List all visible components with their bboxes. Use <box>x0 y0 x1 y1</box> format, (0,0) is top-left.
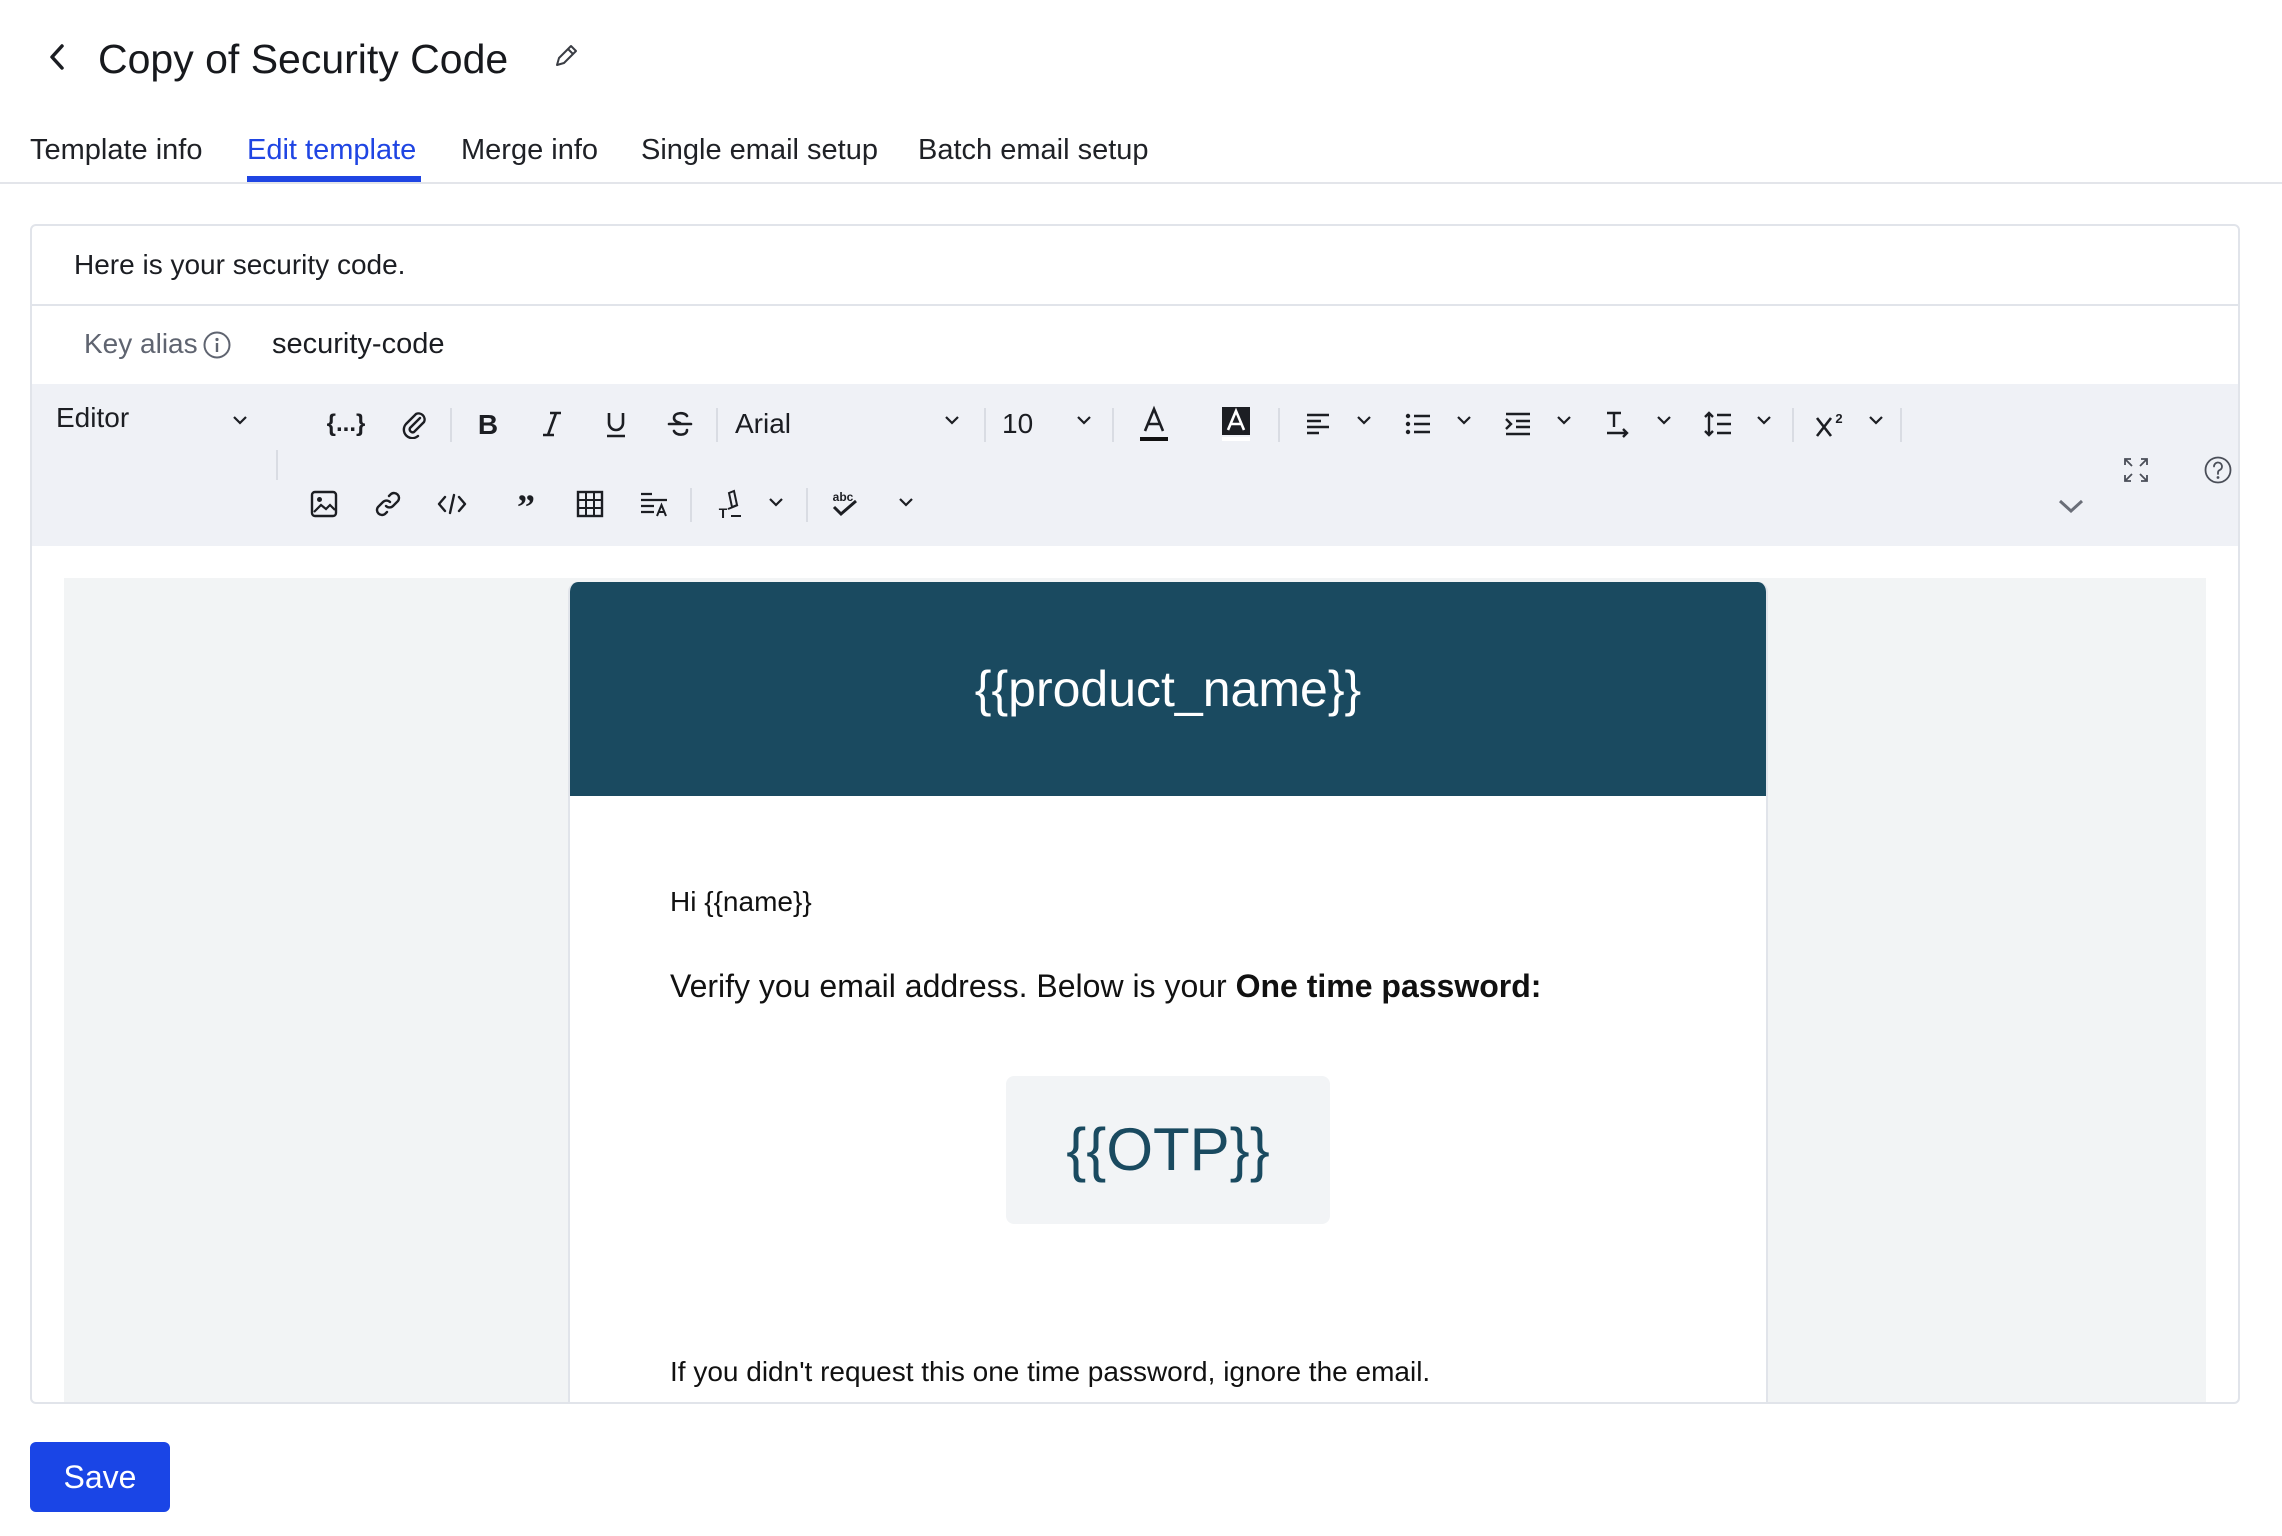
save-button[interactable]: Save <box>30 1442 170 1512</box>
product-name-placeholder[interactable]: {{product_name}} <box>570 656 1766 722</box>
back-button[interactable] <box>40 36 74 82</box>
info-icon[interactable] <box>202 330 232 360</box>
toolbar-separator <box>806 488 808 522</box>
indent-icon[interactable] <box>1496 402 1540 446</box>
chevron-down-icon[interactable] <box>1074 410 1094 430</box>
template-editor: Here is your security code. Key alias se… <box>30 224 2240 1404</box>
editor-toolbar: Editor {...} B Arial 10 2 ” T abc <box>32 384 2238 546</box>
chevron-down-icon[interactable] <box>1866 410 1886 430</box>
chevron-down-icon[interactable] <box>1554 410 1574 430</box>
editor-mode-label: Editor <box>56 402 130 433</box>
edit-title-button[interactable] <box>546 38 586 78</box>
toolbar-separator <box>1278 408 1280 442</box>
email-canvas[interactable]: {{product_name}} Hi {{name}} Verify you … <box>64 578 2206 1402</box>
tabs-divider <box>0 182 2282 184</box>
help-icon[interactable] <box>2196 448 2238 492</box>
greeting-text[interactable]: Hi {{name}} <box>670 882 812 922</box>
chevron-down-icon[interactable] <box>766 492 786 512</box>
text-direction-icon[interactable] <box>1596 402 1640 446</box>
align-left-icon[interactable] <box>1296 402 1340 446</box>
quote-icon[interactable]: ” <box>504 482 548 526</box>
page-title: Copy of Security Code <box>98 36 509 82</box>
clear-format-icon[interactable]: T <box>708 482 752 526</box>
tab-single-email-setup[interactable]: Single email setup <box>641 130 878 170</box>
font-family-select[interactable]: Arial <box>735 404 791 444</box>
svg-text:B: B <box>478 409 498 439</box>
email-body[interactable]: {{product_name}} Hi {{name}} Verify you … <box>568 582 1768 1402</box>
svg-text:”: ” <box>517 489 535 519</box>
verify-text-plain: Verify you email address. Below is your <box>670 968 1236 1004</box>
toolbar-separator <box>1900 408 1902 442</box>
toolbar-separator <box>716 408 718 442</box>
toolbar-separator <box>1792 408 1794 442</box>
italic-icon[interactable] <box>530 402 574 446</box>
ignore-note-text[interactable]: If you didn't request this one time pass… <box>670 1352 1430 1392</box>
highlight-color-icon[interactable] <box>1214 400 1258 450</box>
tab-merge-info[interactable]: Merge info <box>461 130 598 170</box>
chevron-down-icon[interactable] <box>1454 410 1474 430</box>
code-icon[interactable] <box>430 482 474 526</box>
svg-text:{...}: {...} <box>327 410 366 437</box>
toolbar-separator <box>1112 408 1114 442</box>
toolbar-expand-icon[interactable] <box>2056 496 2086 516</box>
superscript-icon[interactable]: 2 <box>1808 402 1852 446</box>
tab-batch-email-setup[interactable]: Batch email setup <box>918 130 1149 170</box>
link-icon[interactable] <box>366 482 410 526</box>
svg-text:T: T <box>719 505 728 519</box>
chevron-down-icon[interactable] <box>896 492 916 512</box>
verify-text-bold: One time password: <box>1235 968 1542 1004</box>
chevron-down-icon[interactable] <box>1354 410 1374 430</box>
chevron-down-icon[interactable] <box>1654 410 1674 430</box>
attachment-icon[interactable] <box>392 402 436 446</box>
underline-icon[interactable] <box>594 402 638 446</box>
toolbar-separator <box>690 488 692 522</box>
otp-box[interactable]: {{OTP}} <box>1006 1076 1330 1224</box>
chevron-left-icon <box>46 42 68 77</box>
bold-icon[interactable]: B <box>466 402 510 446</box>
text-color-icon[interactable] <box>1132 400 1176 450</box>
pencil-icon <box>551 41 581 76</box>
line-height-icon[interactable] <box>1696 402 1740 446</box>
table-icon[interactable] <box>568 482 612 526</box>
spellcheck-icon[interactable]: abc <box>822 482 866 526</box>
strikethrough-icon[interactable] <box>658 402 702 446</box>
format-lines-icon[interactable] <box>632 482 676 526</box>
subject-row: Here is your security code. <box>32 226 2238 306</box>
merge-field-icon[interactable]: {...} <box>320 402 372 446</box>
font-size-select[interactable]: 10 <box>1002 404 1033 444</box>
verify-text[interactable]: Verify you email address. Below is your … <box>670 964 1541 1008</box>
fullscreen-icon[interactable] <box>2114 448 2158 492</box>
image-icon[interactable] <box>302 482 346 526</box>
svg-text:abc: abc <box>833 490 854 504</box>
subject-field[interactable]: Here is your security code. <box>74 246 405 284</box>
key-alias-value[interactable]: security-code <box>272 324 444 364</box>
tab-template-info[interactable]: Template info <box>30 130 203 170</box>
tab-edit-template[interactable]: Edit template <box>247 130 416 170</box>
key-alias-label: Key alias <box>84 328 198 359</box>
key-alias-row: Key alias security-code <box>32 306 2238 384</box>
chevron-down-icon[interactable] <box>1754 410 1774 430</box>
otp-placeholder: {{OTP}} <box>1066 1116 1270 1183</box>
toolbar-separator <box>276 450 278 480</box>
toolbar-separator <box>450 408 452 442</box>
chevron-down-icon[interactable] <box>942 410 962 430</box>
bullet-list-icon[interactable] <box>1396 402 1440 446</box>
email-header-banner: {{product_name}} <box>570 582 1766 796</box>
toolbar-separator <box>984 408 986 442</box>
chevron-down-icon[interactable] <box>230 410 250 430</box>
svg-text:2: 2 <box>1835 411 1842 426</box>
